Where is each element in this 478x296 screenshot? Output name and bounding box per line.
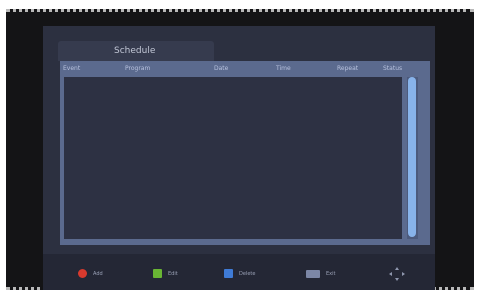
add-label: Add bbox=[93, 271, 103, 277]
edit-label: Edit bbox=[168, 271, 178, 277]
delete-button[interactable]: Delete bbox=[224, 268, 255, 280]
column-header-program[interactable]: Program bbox=[125, 64, 150, 74]
green-square-icon bbox=[153, 269, 162, 278]
column-header-repeat[interactable]: Repeat bbox=[337, 64, 358, 74]
schedule-table: Event Program Date Time Repeat Status bbox=[60, 61, 430, 245]
exit-button[interactable]: Exit bbox=[306, 268, 335, 280]
blue-square-icon bbox=[224, 269, 233, 278]
column-header-status[interactable]: Status bbox=[383, 64, 402, 74]
add-button[interactable]: Add bbox=[78, 268, 103, 280]
tv-screen: Schedule Event Program Date Time Repeat … bbox=[6, 9, 474, 290]
column-header-time[interactable]: Time bbox=[276, 64, 291, 74]
schedule-list[interactable] bbox=[64, 77, 402, 239]
tab-schedule[interactable]: Schedule bbox=[58, 41, 214, 61]
footer-bar: Add Edit Delete Exit bbox=[43, 254, 435, 290]
exit-key-icon bbox=[306, 269, 320, 278]
scrollbar[interactable] bbox=[407, 77, 418, 239]
schedule-window: Schedule Event Program Date Time Repeat … bbox=[43, 26, 435, 290]
red-dot-icon bbox=[78, 269, 87, 278]
exit-label: Exit bbox=[326, 271, 336, 277]
scrollbar-thumb[interactable] bbox=[408, 77, 416, 237]
column-header-event[interactable]: Event bbox=[63, 64, 80, 74]
edit-button[interactable]: Edit bbox=[153, 268, 178, 280]
delete-label: Delete bbox=[239, 271, 256, 277]
column-header-date[interactable]: Date bbox=[214, 64, 228, 74]
navigation-arrows-icon bbox=[388, 266, 406, 282]
tab-title: Schedule bbox=[114, 46, 156, 56]
table-header: Event Program Date Time Repeat Status bbox=[63, 64, 424, 74]
